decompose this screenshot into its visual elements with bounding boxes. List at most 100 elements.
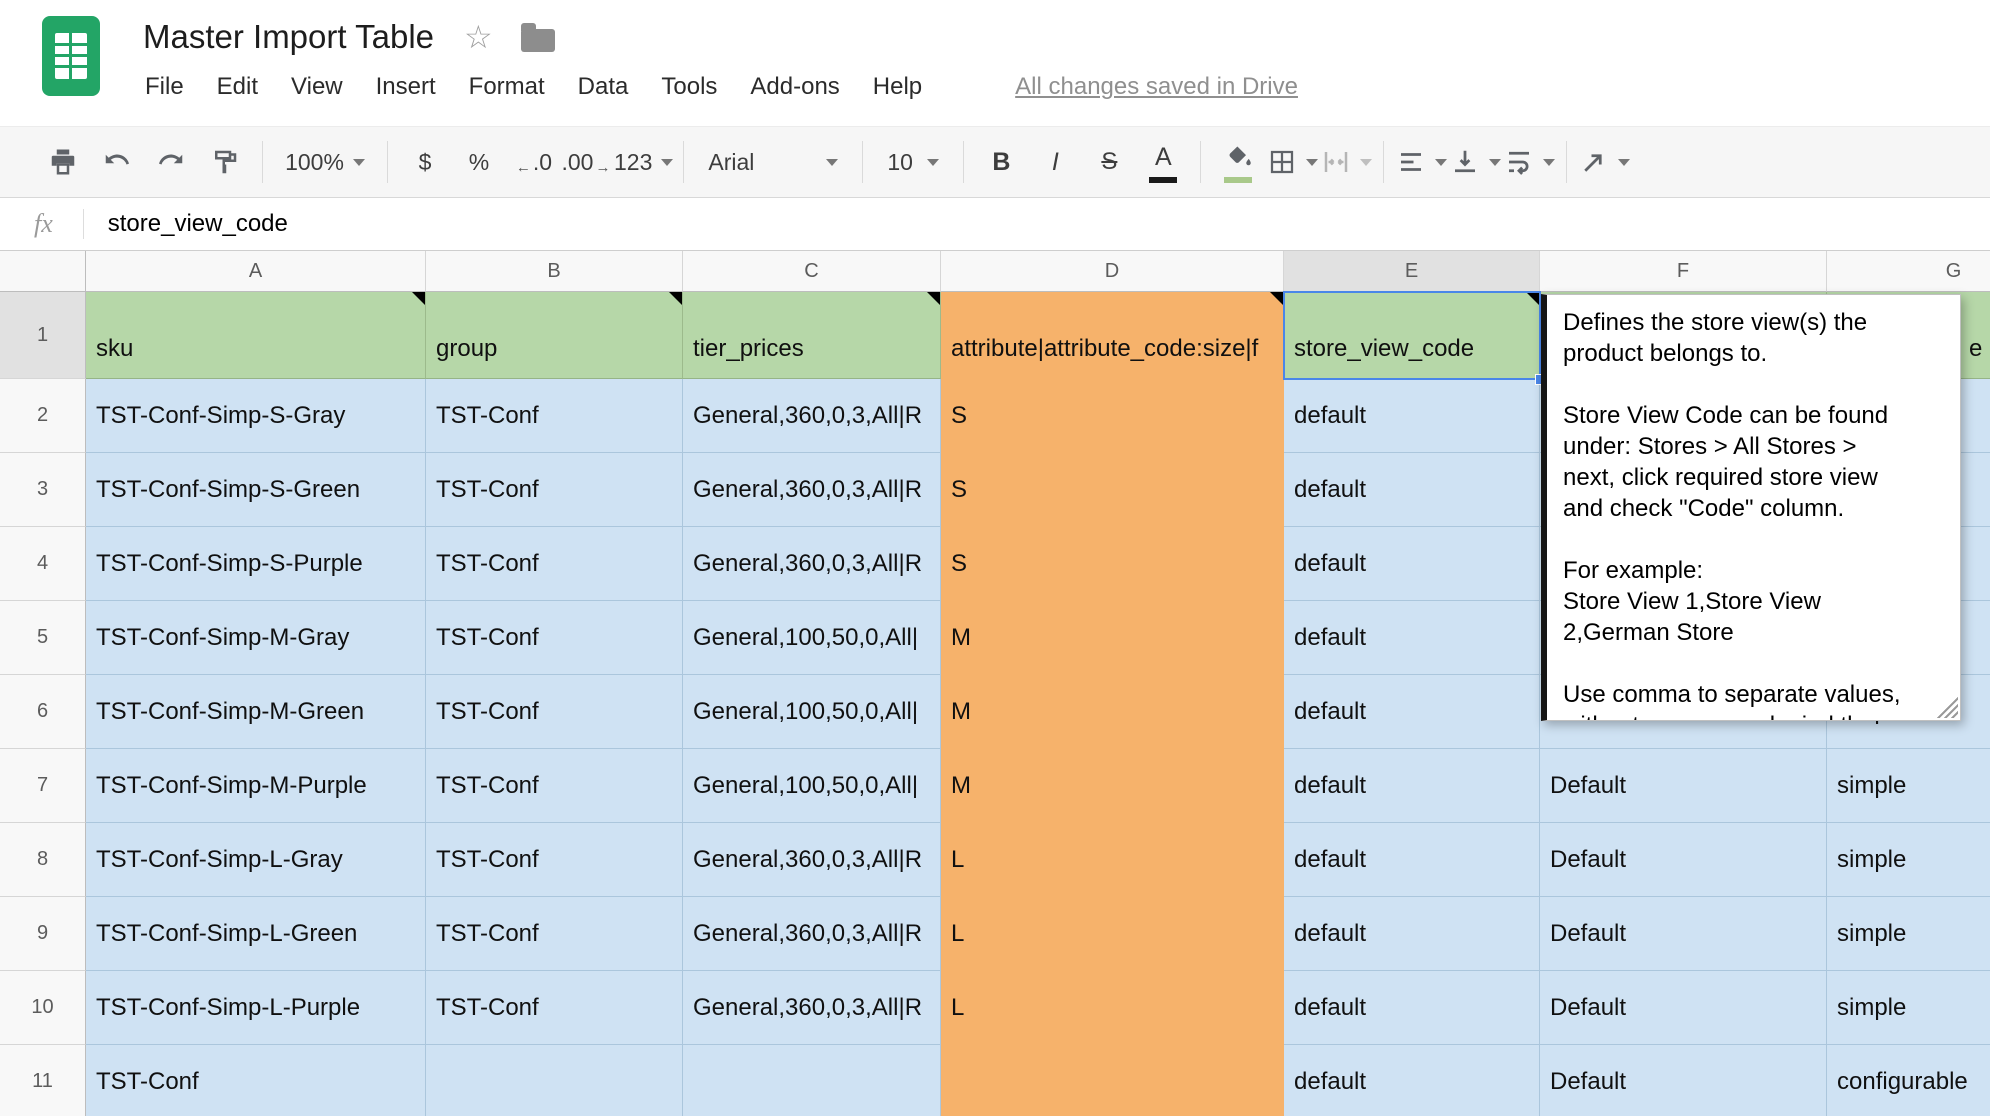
cell-G7[interactable]: simple	[1827, 749, 1990, 823]
cell-A2[interactable]: TST-Conf-Simp-S-Gray	[86, 379, 426, 453]
folder-icon[interactable]	[521, 29, 555, 52]
menu-file[interactable]: File	[145, 73, 184, 101]
cell-E3[interactable]: default	[1284, 453, 1540, 527]
cell-C9[interactable]: General,360,0,3,All|R	[683, 897, 941, 971]
row-header-9[interactable]: 9	[0, 897, 86, 971]
text-color-button[interactable]: A	[1136, 132, 1190, 192]
cell-A6[interactable]: TST-Conf-Simp-M-Green	[86, 675, 426, 749]
cell-E9[interactable]: default	[1284, 897, 1540, 971]
row-header-3[interactable]: 3	[0, 453, 86, 527]
cell-B9[interactable]: TST-Conf	[426, 897, 683, 971]
cell-E2[interactable]: default	[1284, 379, 1540, 453]
cell-G10[interactable]: simple	[1827, 971, 1990, 1045]
cell-F10[interactable]: Default	[1540, 971, 1827, 1045]
row-header-5[interactable]: 5	[0, 601, 86, 675]
cell-G8[interactable]: simple	[1827, 823, 1990, 897]
cell-D9[interactable]: L	[941, 897, 1284, 971]
row-header-6[interactable]: 6	[0, 675, 86, 749]
cell-B5[interactable]: TST-Conf	[426, 601, 683, 675]
cell-B8[interactable]: TST-Conf	[426, 823, 683, 897]
formula-input[interactable]: store_view_code	[108, 210, 288, 238]
print-button[interactable]	[36, 132, 90, 192]
borders-button[interactable]	[1265, 132, 1319, 192]
decrease-decimal-button[interactable]: ←.0	[506, 132, 560, 192]
cell-E8[interactable]: default	[1284, 823, 1540, 897]
cell-B6[interactable]: TST-Conf	[426, 675, 683, 749]
cell-B7[interactable]: TST-Conf	[426, 749, 683, 823]
cell-D8[interactable]: L	[941, 823, 1284, 897]
undo-button[interactable]	[90, 132, 144, 192]
column-header-D[interactable]: D	[941, 251, 1284, 292]
menu-add-ons[interactable]: Add-ons	[750, 73, 839, 101]
cell-C3[interactable]: General,360,0,3,All|R	[683, 453, 941, 527]
cell-C6[interactable]: General,100,50,0,All|	[683, 675, 941, 749]
menu-format[interactable]: Format	[469, 73, 545, 101]
cell-E7[interactable]: default	[1284, 749, 1540, 823]
cell-A11[interactable]: TST-Conf	[86, 1045, 426, 1116]
cell-F7[interactable]: Default	[1540, 749, 1827, 823]
row-header-8[interactable]: 8	[0, 823, 86, 897]
cell-D4[interactable]: S	[941, 527, 1284, 601]
cell-D3[interactable]: S	[941, 453, 1284, 527]
cell-E4[interactable]: default	[1284, 527, 1540, 601]
cell-D2[interactable]: S	[941, 379, 1284, 453]
menu-help[interactable]: Help	[873, 73, 922, 101]
cell-E5[interactable]: default	[1284, 601, 1540, 675]
zoom-select[interactable]: 100%	[273, 132, 377, 192]
cell-F8[interactable]: Default	[1540, 823, 1827, 897]
row-header-11[interactable]: 11	[0, 1045, 86, 1116]
cell-G11[interactable]: configurable	[1827, 1045, 1990, 1116]
cell-E6[interactable]: default	[1284, 675, 1540, 749]
cell-A3[interactable]: TST-Conf-Simp-S-Green	[86, 453, 426, 527]
page-title[interactable]: Master Import Table	[143, 18, 434, 56]
redo-button[interactable]	[144, 132, 198, 192]
row-header-10[interactable]: 10	[0, 971, 86, 1045]
cell-A8[interactable]: TST-Conf-Simp-L-Gray	[86, 823, 426, 897]
cell-A1[interactable]: sku	[86, 292, 426, 379]
format-currency-button[interactable]: $	[398, 132, 452, 192]
row-header-1[interactable]: 1	[0, 292, 86, 379]
menu-data[interactable]: Data	[578, 73, 629, 101]
column-header-G[interactable]: G	[1827, 251, 1990, 292]
column-header-F[interactable]: F	[1540, 251, 1827, 292]
cell-D1[interactable]: attribute|attribute_code:size|f	[941, 292, 1284, 379]
cell-F11[interactable]: Default	[1540, 1045, 1827, 1116]
font-size-select[interactable]: 10	[873, 132, 953, 192]
cell-D6[interactable]: M	[941, 675, 1284, 749]
menu-edit[interactable]: Edit	[217, 73, 258, 101]
row-header-7[interactable]: 7	[0, 749, 86, 823]
bold-button[interactable]: B	[974, 132, 1028, 192]
cell-F9[interactable]: Default	[1540, 897, 1827, 971]
column-header-E[interactable]: E	[1284, 251, 1540, 292]
menu-view[interactable]: View	[291, 73, 343, 101]
increase-decimal-button[interactable]: .00→	[560, 132, 614, 192]
cell-A9[interactable]: TST-Conf-Simp-L-Green	[86, 897, 426, 971]
cell-B4[interactable]: TST-Conf	[426, 527, 683, 601]
horizontal-align-button[interactable]	[1394, 132, 1448, 192]
column-header-B[interactable]: B	[426, 251, 683, 292]
star-icon[interactable]: ☆	[464, 18, 493, 56]
cell-B3[interactable]: TST-Conf	[426, 453, 683, 527]
cell-A5[interactable]: TST-Conf-Simp-M-Gray	[86, 601, 426, 675]
column-header-A[interactable]: A	[86, 251, 426, 292]
cell-E11[interactable]: default	[1284, 1045, 1540, 1116]
cell-A10[interactable]: TST-Conf-Simp-L-Purple	[86, 971, 426, 1045]
font-family-select[interactable]: Arial	[694, 132, 852, 192]
vertical-align-button[interactable]	[1448, 132, 1502, 192]
column-header-C[interactable]: C	[683, 251, 941, 292]
cell-C2[interactable]: General,360,0,3,All|R	[683, 379, 941, 453]
menu-insert[interactable]: Insert	[376, 73, 436, 101]
cell-C8[interactable]: General,360,0,3,All|R	[683, 823, 941, 897]
format-percent-button[interactable]: %	[452, 132, 506, 192]
cell-C10[interactable]: General,360,0,3,All|R	[683, 971, 941, 1045]
sheets-logo-icon[interactable]	[42, 16, 100, 96]
text-wrap-button[interactable]	[1502, 132, 1556, 192]
strikethrough-button[interactable]: S	[1082, 132, 1136, 192]
cell-G9[interactable]: simple	[1827, 897, 1990, 971]
cell-B11[interactable]	[426, 1045, 683, 1116]
cell-D11[interactable]	[941, 1045, 1284, 1116]
cell-C4[interactable]: General,360,0,3,All|R	[683, 527, 941, 601]
cell-D7[interactable]: M	[941, 749, 1284, 823]
cell-C7[interactable]: General,100,50,0,All|	[683, 749, 941, 823]
menu-tools[interactable]: Tools	[661, 73, 717, 101]
